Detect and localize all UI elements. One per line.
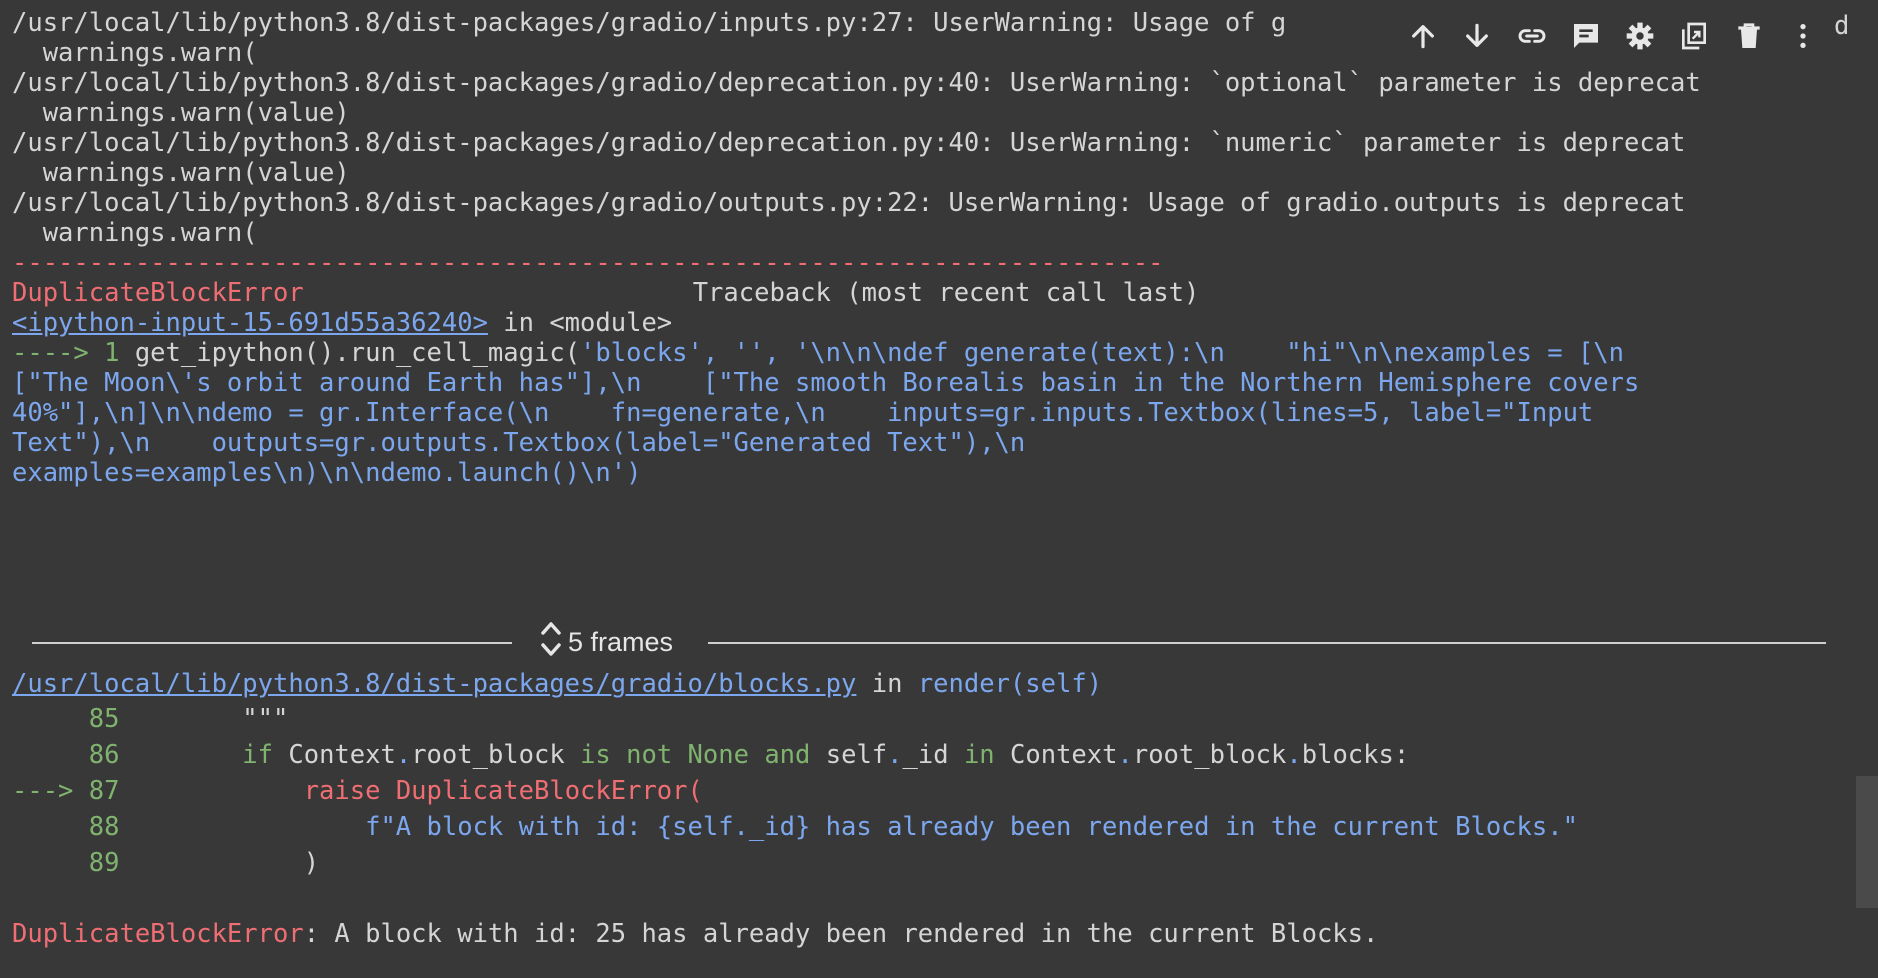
code-token: . — [395, 740, 412, 770]
code-token: . — [887, 740, 903, 770]
error-line-arrow: ---> 87 — [12, 776, 120, 806]
frame-in-text: in — [856, 669, 918, 699]
code-token: _id — [902, 740, 964, 770]
blocks-file-link[interactable]: /usr/local/lib/python3.8/dist-packages/g… — [12, 669, 856, 699]
add-comment-button[interactable] — [1566, 16, 1606, 56]
code-text: """ — [119, 704, 289, 734]
code-line-85: 85 """ — [12, 701, 289, 737]
comment-icon — [1573, 24, 1598, 48]
keyword-in: in — [963, 740, 995, 770]
move-cell-down-button[interactable] — [1457, 16, 1497, 56]
keyword-is-not: is not — [580, 740, 673, 770]
frame-location: /usr/local/lib/python3.8/dist-packages/g… — [12, 666, 1102, 702]
code-line-87: ---> 87 raise DuplicateBlockError( — [12, 773, 703, 809]
traceback-title: Traceback (most recent call last) — [692, 278, 1200, 308]
error-name: DuplicateBlockError — [12, 278, 304, 308]
link-to-cell-button[interactable] — [1512, 16, 1552, 56]
code-fstring: f"A block with id: {self._id} has alread… — [119, 812, 1578, 842]
code-token: root_block — [411, 740, 581, 770]
final-error: DuplicateBlockError: A block with id: 25… — [12, 916, 1378, 952]
raised-error: DuplicateBlockError( — [395, 776, 703, 806]
warning-line: /usr/local/lib/python3.8/dist-packages/g… — [12, 188, 1686, 218]
divider-line — [32, 642, 512, 644]
ipython-input-link[interactable]: <ipython-input-15-691d55a36240> — [12, 308, 488, 338]
call-args: 'blocks', '', '\n\n\ndef generate(text):… — [580, 338, 1625, 368]
code-token: blocks: — [1301, 740, 1410, 770]
link-icon — [1518, 29, 1546, 43]
code-line-86: 86 if Context.root_block is not None and… — [12, 737, 1409, 773]
frames-label: 5 frames — [568, 626, 674, 657]
current-line-arrow: ----> 1 — [12, 338, 135, 368]
mirror-icon — [1682, 22, 1707, 50]
gear-icon — [1626, 22, 1654, 50]
call-args-line: examples=examples\n)\n\ndemo.launch()\n'… — [12, 458, 642, 488]
cell-settings-button[interactable] — [1620, 16, 1660, 56]
warning-tail-char: d — [1834, 11, 1850, 41]
trash-icon — [1737, 23, 1760, 48]
code-token: Context — [288, 740, 396, 770]
keyword-if: if — [119, 740, 289, 770]
move-cell-up-button[interactable] — [1403, 16, 1443, 56]
more-actions-button[interactable] — [1783, 16, 1823, 56]
code-token: . — [1286, 740, 1302, 770]
frame-function: render(self) — [917, 669, 1103, 699]
final-error-name: DuplicateBlockError — [12, 919, 304, 949]
keyword-none: None — [672, 740, 765, 770]
divider-line — [708, 642, 1826, 644]
code-token: self — [810, 740, 888, 770]
delete-cell-button[interactable] — [1729, 16, 1769, 56]
line-number: 86 — [12, 740, 120, 770]
arrow-up-icon — [1412, 25, 1435, 49]
keyword-raise: raise — [119, 776, 396, 806]
line-number: 89 — [12, 848, 120, 878]
in-module-text: in <module> — [487, 308, 673, 338]
cell-toolbar — [1396, 12, 1830, 60]
code-token: root_block — [1132, 740, 1287, 770]
code-line-89: 89 ) — [12, 845, 319, 881]
expand-collapse-icon — [540, 619, 562, 666]
more-vert-icon — [1800, 24, 1806, 48]
frames-toggle[interactable]: 5 frames — [540, 621, 674, 662]
call-function: get_ipython().run_cell_magic( — [134, 338, 581, 368]
code-token: . — [1117, 740, 1133, 770]
mirror-cell-button[interactable] — [1674, 16, 1714, 56]
keyword-and: and — [764, 740, 811, 770]
arrow-down-icon — [1466, 23, 1489, 47]
code-line-88: 88 f"A block with id: {self._id} has alr… — [12, 809, 1578, 845]
collapsed-frames-divider: 5 frames — [32, 621, 1826, 662]
line-number: 85 — [12, 704, 120, 734]
code-text: ) — [119, 848, 320, 878]
vertical-scrollbar[interactable] — [1856, 776, 1878, 908]
code-token: Context — [994, 740, 1118, 770]
final-error-message: : A block with id: 25 has already been r… — [303, 919, 1379, 949]
line-number: 88 — [12, 812, 120, 842]
